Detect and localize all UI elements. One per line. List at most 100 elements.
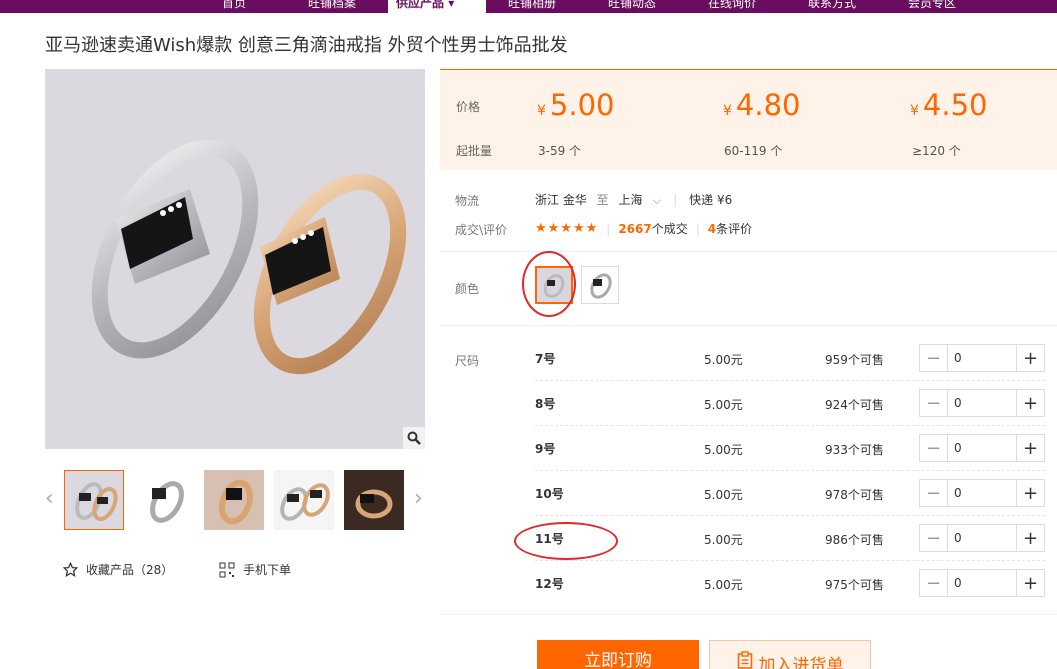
size-name: 7号 <box>535 352 556 366</box>
color-swatch-image <box>582 267 618 303</box>
zoom-button[interactable] <box>403 427 425 449</box>
color-label: 颜色 <box>455 282 480 296</box>
quantity-stepper: − 0 + <box>919 479 1045 507</box>
product-title: 亚马逊速卖通Wish爆款 创意三角滴油戒指 外贸个性男士饰品批发 <box>45 35 568 56</box>
quantity-input[interactable]: 0 <box>948 345 1016 371</box>
divider: | <box>606 221 611 236</box>
increment-button[interactable]: + <box>1016 390 1044 416</box>
section-divider <box>440 251 1057 252</box>
nav-item-news[interactable]: 旺铺动态 <box>600 0 664 13</box>
thumbnail-image <box>218 479 254 525</box>
decrement-button[interactable]: − <box>920 480 948 506</box>
quantity-stepper: − 0 + <box>919 524 1045 552</box>
increment-button[interactable]: + <box>1016 345 1044 371</box>
size-row: 10号 5.00元 978个可售 − 0 + <box>535 471 1045 516</box>
size-row: 9号 5.00元 933个可售 − 0 + <box>535 426 1045 471</box>
increment-button[interactable]: + <box>1016 525 1044 551</box>
express-fee: 快递 ¥6 <box>689 193 733 207</box>
decrement-button[interactable]: − <box>920 390 948 416</box>
size-price: 5.00元 <box>704 353 743 367</box>
price-panel: 价格 起批量 ¥5.00 ¥4.80 ¥4.50 3-59 个 60-119 个… <box>440 69 1057 170</box>
size-price: 5.00元 <box>704 533 743 547</box>
rating-row: ★★★★★ | 2667个成交 | 4条评价 <box>535 220 752 237</box>
size-price: 5.00元 <box>704 443 743 457</box>
price-value: 5.00 <box>549 88 615 122</box>
thumbnail-3[interactable] <box>204 470 264 530</box>
thumbnail-1[interactable] <box>64 470 124 530</box>
buy-now-button[interactable]: 立即订购 <box>537 640 699 669</box>
quantity-stepper: − 0 + <box>919 389 1045 417</box>
nav-item-home[interactable]: 首页 <box>214 0 254 13</box>
size-price: 5.00元 <box>704 578 743 592</box>
deals-label: 成交\评价 <box>455 223 508 237</box>
add-to-cart-button[interactable]: 加入进货单 <box>709 640 871 669</box>
ship-destination-select[interactable]: 上海 ⌵ <box>619 193 662 207</box>
quantity-stepper: − 0 + <box>919 569 1045 597</box>
thumbnail-image <box>280 483 330 521</box>
size-name: 12号 <box>535 577 564 591</box>
nav-item-contact[interactable]: 联系方式 <box>800 0 864 13</box>
section-divider <box>440 325 1057 326</box>
magnifier-icon <box>407 431 421 445</box>
deal-count-link[interactable]: 2667个成交 <box>618 220 687 237</box>
size-stock: 978个可售 <box>825 488 884 502</box>
qr-code-icon <box>219 562 235 577</box>
star-icon <box>63 562 78 577</box>
size-stock: 924个可售 <box>825 398 884 412</box>
color-option-gold[interactable] <box>581 266 619 304</box>
add-to-cart-label: 加入进货单 <box>758 656 844 669</box>
quantity-input[interactable]: 0 <box>948 480 1016 506</box>
thumbnail-image <box>75 482 118 521</box>
quantity-stepper: − 0 + <box>919 434 1045 462</box>
price-tier-1: ¥5.00 <box>537 88 615 122</box>
nav-item-products-label: 供应产品 <box>396 0 445 10</box>
mobile-order-button[interactable]: 手机下单 <box>219 561 291 578</box>
size-label: 尺码 <box>455 354 480 368</box>
thumbnail-4[interactable] <box>274 470 334 530</box>
nav-item-members[interactable]: 会员专区 <box>900 0 964 13</box>
increment-button[interactable]: + <box>1016 480 1044 506</box>
rating-stars: ★★★★★ <box>535 221 599 236</box>
favorite-button[interactable]: 收藏产品（28） <box>63 561 173 578</box>
chevron-left-icon[interactable]: ‹ <box>45 486 54 511</box>
decrement-button[interactable]: − <box>920 525 948 551</box>
main-product-image[interactable] <box>45 69 425 449</box>
thumbnail-2[interactable] <box>134 470 194 530</box>
increment-button[interactable]: + <box>1016 570 1044 596</box>
chevron-right-icon[interactable]: › <box>414 486 423 511</box>
top-nav: 首页 旺铺档案 供应产品 ▾ 旺铺相册 旺铺动态 在线询价 联系方式 会员专区 <box>0 0 1057 13</box>
nav-item-inquiry[interactable]: 在线询价 <box>700 0 764 13</box>
decrement-button[interactable]: − <box>920 435 948 461</box>
size-name: 8号 <box>535 397 556 411</box>
decrement-button[interactable]: − <box>920 570 948 596</box>
ship-from: 浙江 金华 <box>535 193 587 207</box>
review-count: 4 <box>707 222 717 236</box>
nav-item-profile[interactable]: 旺铺档案 <box>300 0 364 13</box>
ring-photo <box>91 139 407 375</box>
price-tier-2: ¥4.80 <box>723 88 801 122</box>
product-actions: 收藏产品（28） 手机下单 <box>63 561 423 581</box>
increment-button[interactable]: + <box>1016 435 1044 461</box>
price-tier-3: ¥4.50 <box>910 88 988 122</box>
annotation-circle-size <box>514 522 618 560</box>
mobile-order-label: 手机下单 <box>243 563 292 577</box>
quantity-input[interactable]: 0 <box>948 435 1016 461</box>
nav-item-products[interactable]: 供应产品 ▾ <box>388 0 486 13</box>
quantity-input[interactable]: 0 <box>948 525 1016 551</box>
quantity-input[interactable]: 0 <box>948 570 1016 596</box>
nav-item-album[interactable]: 旺铺相册 <box>500 0 564 13</box>
divider: | <box>695 221 700 236</box>
size-row: 7号 5.00元 959个可售 − 0 + <box>535 336 1045 381</box>
thumbnail-image <box>150 481 184 523</box>
currency-symbol: ¥ <box>723 103 732 119</box>
chevron-down-icon: ⌵ <box>652 193 662 207</box>
decrement-button[interactable]: − <box>920 345 948 371</box>
clipboard-icon <box>737 651 752 669</box>
thumbnail-image <box>355 489 393 519</box>
review-count-link[interactable]: 4条评价 <box>708 220 752 237</box>
quantity-input[interactable]: 0 <box>948 390 1016 416</box>
price-value: 4.80 <box>735 88 801 122</box>
ship-destination: 上海 <box>618 193 643 207</box>
thumbnail-5[interactable] <box>344 470 404 530</box>
moq-label: 起批量 <box>456 144 493 158</box>
